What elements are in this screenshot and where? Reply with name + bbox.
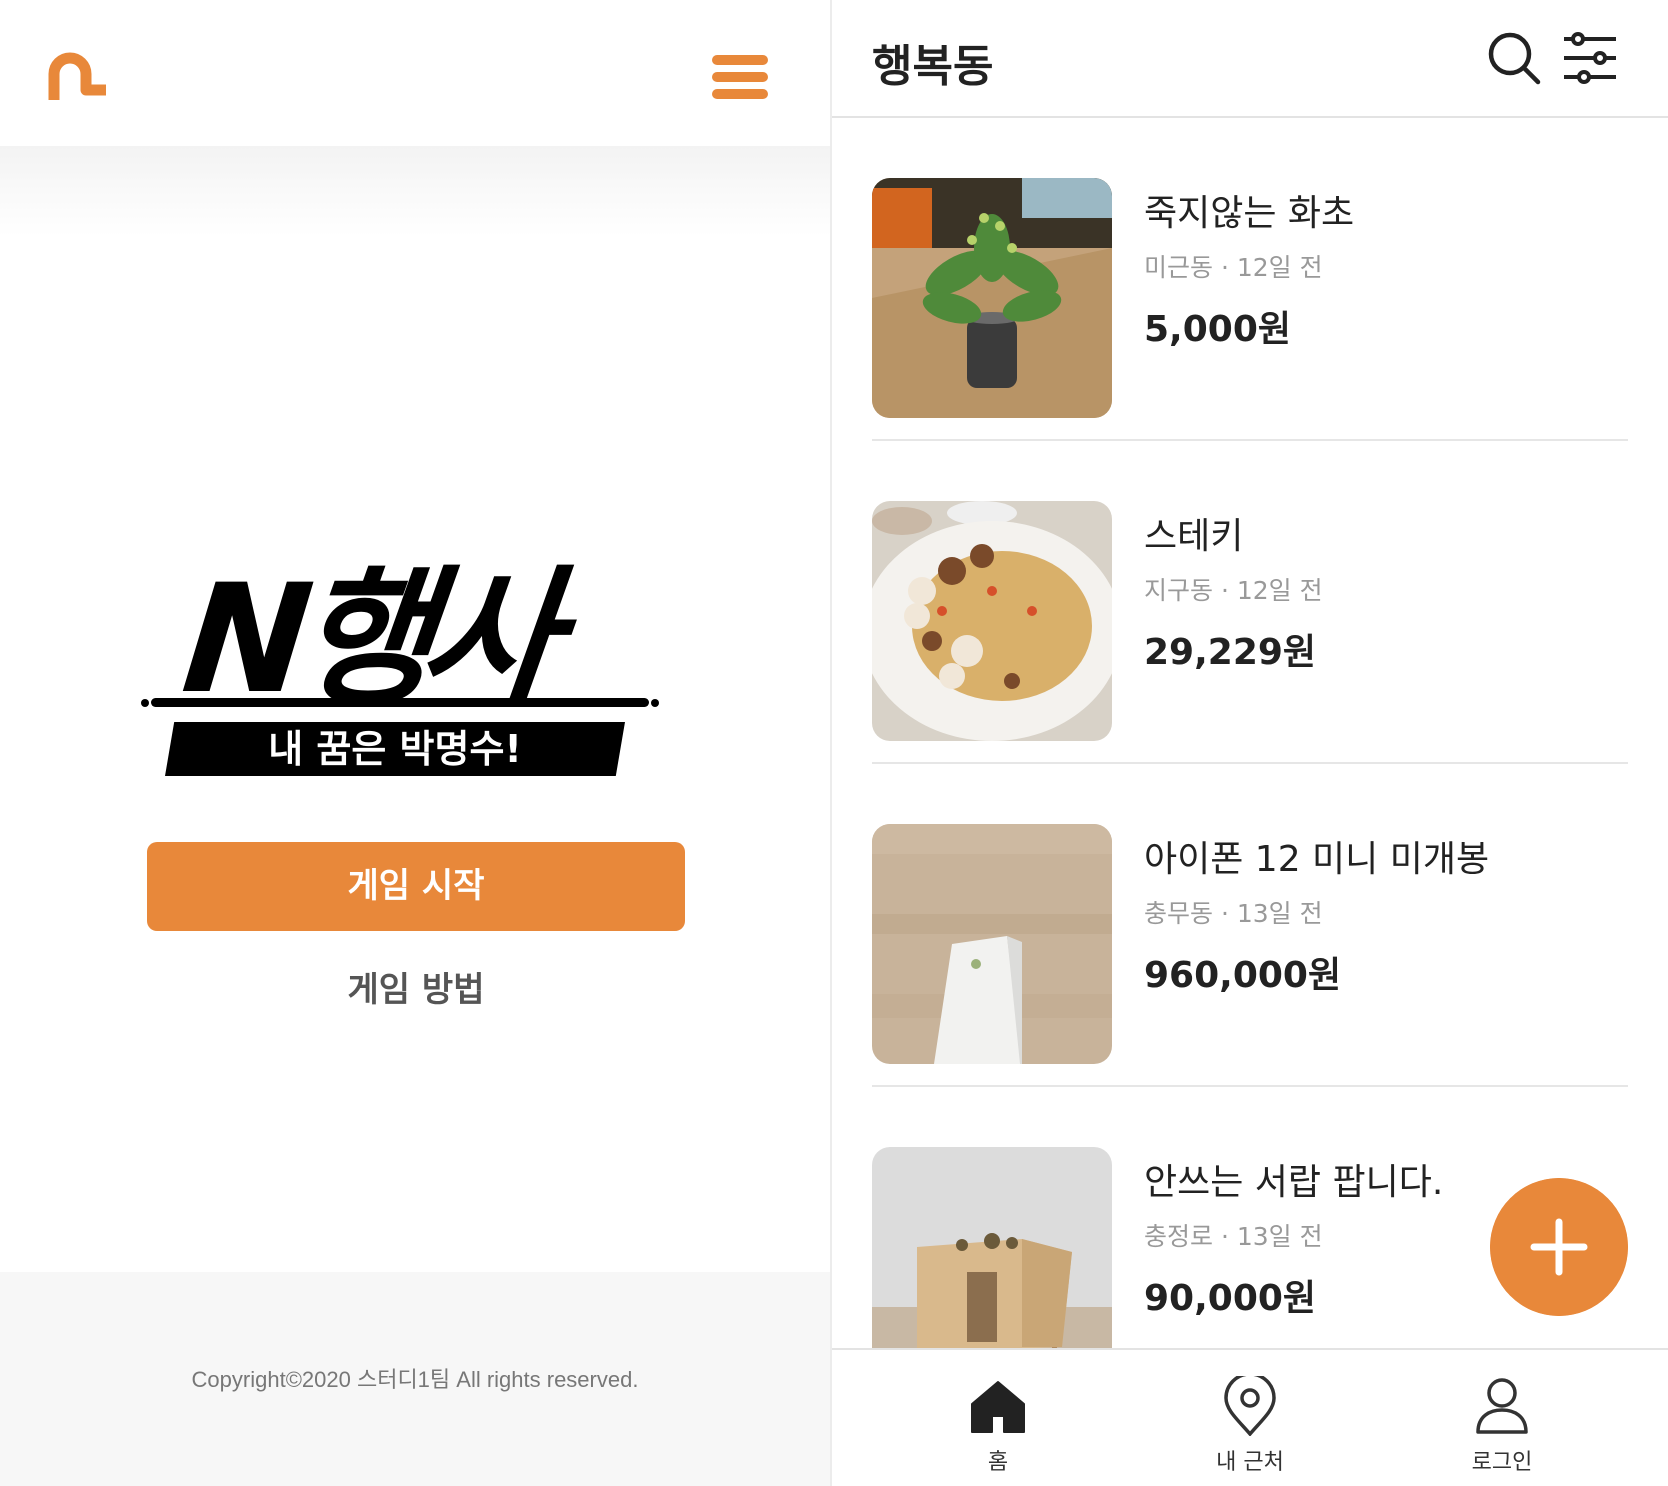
user-icon bbox=[1476, 1378, 1528, 1434]
intro-header bbox=[0, 0, 830, 146]
tab-nearby[interactable]: 내 근처 bbox=[1150, 1352, 1350, 1484]
tab-home[interactable]: 홈 bbox=[898, 1352, 1098, 1484]
header-shadow bbox=[0, 146, 830, 236]
tab-label: 내 근처 bbox=[1216, 1450, 1284, 1475]
item-title: 아이폰 12 미니 미개봉 bbox=[1144, 839, 1490, 880]
filter-icon[interactable] bbox=[1562, 30, 1618, 86]
market-header: 행복동 bbox=[832, 0, 1668, 118]
tab-label: 홈 bbox=[987, 1450, 1009, 1475]
brand-dot bbox=[651, 699, 659, 707]
item-title: 죽지않는 화초 bbox=[1144, 193, 1355, 234]
bottom-tab-bar: 홈 내 근처 로그인 bbox=[832, 1348, 1668, 1486]
item-title: 스테키 bbox=[1144, 516, 1244, 557]
item-meta: 충정로 · 13일 전 bbox=[1144, 1222, 1323, 1251]
product-thumbnail bbox=[872, 824, 1112, 1064]
brand-dot bbox=[141, 699, 149, 707]
item-meta: 지구동 · 12일 전 bbox=[1144, 576, 1323, 605]
home-icon bbox=[971, 1381, 1025, 1433]
item-price: 29,229원 bbox=[1144, 632, 1317, 673]
add-item-button[interactable] bbox=[1490, 1178, 1628, 1316]
brand-underline bbox=[151, 698, 649, 707]
tab-login[interactable]: 로그인 bbox=[1402, 1352, 1602, 1484]
item-meta: 충무동 · 13일 전 bbox=[1144, 899, 1323, 928]
list-item[interactable]: 스테키 지구동 · 12일 전 29,229원 bbox=[872, 441, 1628, 764]
search-icon[interactable] bbox=[1486, 30, 1542, 86]
list-item[interactable]: 죽지않는 화초 미근동 · 12일 전 5,000원 bbox=[872, 118, 1628, 441]
intro-screen: N행사 내 꿈은 박명수! 게임 시작 게임 방법 Copyright©2020… bbox=[0, 0, 830, 1486]
location-pin-icon bbox=[1224, 1376, 1276, 1436]
item-price: 960,000원 bbox=[1144, 955, 1342, 996]
list-item[interactable]: 아이폰 12 미니 미개봉 충무동 · 13일 전 960,000원 bbox=[872, 764, 1628, 1087]
brand-title: N행사 bbox=[175, 553, 554, 727]
hamburger-icon[interactable] bbox=[712, 55, 770, 101]
brand-logo: N행사 내 꿈은 박명수! bbox=[141, 553, 659, 780]
tab-label: 로그인 bbox=[1471, 1450, 1533, 1475]
product-list: 죽지않는 화초 미근동 · 12일 전 5,000원 스테키 지구동 · 12일… bbox=[872, 118, 1628, 1348]
product-thumbnail bbox=[872, 1147, 1112, 1348]
market-screen: 행복동 죽지않는 화초 미근동 · 12일 전 5,000원 스테키 지구동 ·… bbox=[832, 0, 1668, 1486]
start-game-button[interactable]: 게임 시작 bbox=[147, 842, 685, 931]
product-thumbnail bbox=[872, 501, 1112, 741]
item-price: 5,000원 bbox=[1144, 309, 1291, 350]
item-title: 안쓰는 서랍 팝니다. bbox=[1144, 1162, 1444, 1203]
copyright-text: Copyright©2020 스터디1팀 All rights reserved… bbox=[191, 1367, 639, 1392]
n-logo-icon[interactable] bbox=[48, 52, 110, 102]
item-meta: 미근동 · 12일 전 bbox=[1144, 253, 1323, 282]
item-price: 90,000원 bbox=[1144, 1278, 1317, 1319]
brand-tagline: 내 꿈은 박명수! bbox=[165, 722, 625, 776]
how-to-play-link[interactable]: 게임 방법 bbox=[147, 960, 685, 1020]
page-title[interactable]: 행복동 bbox=[872, 30, 993, 94]
product-thumbnail bbox=[872, 178, 1112, 418]
